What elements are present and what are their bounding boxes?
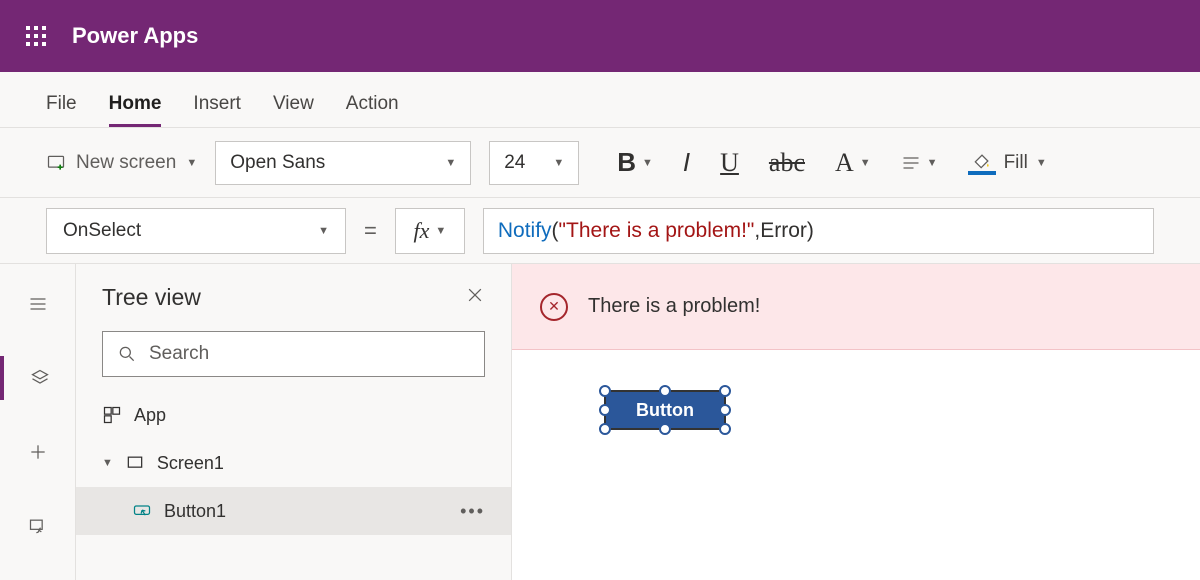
search-icon	[117, 344, 137, 364]
chevron-down-icon: ▼	[860, 157, 871, 169]
chevron-down-icon: ▼	[927, 157, 938, 169]
menu-bar: File Home Insert View Action	[0, 72, 1200, 128]
notification-text: There is a problem!	[588, 295, 760, 318]
align-button[interactable]: ▼	[901, 153, 938, 173]
chevron-down-icon: ▼	[102, 457, 113, 469]
italic-button[interactable]: I	[683, 147, 690, 178]
property-value: OnSelect	[63, 220, 141, 242]
fill-color-swatch	[968, 171, 996, 175]
fill-label: Fill	[1004, 152, 1028, 174]
resize-handle[interactable]	[659, 423, 671, 435]
app-title: Power Apps	[72, 23, 198, 49]
resize-handle[interactable]	[719, 423, 731, 435]
bold-button[interactable]: B▼	[617, 147, 653, 178]
formula-token-string: "There is a problem!"	[559, 219, 755, 243]
hamburger-icon	[28, 294, 48, 314]
align-icon	[901, 153, 921, 173]
canvas-area[interactable]: ✕ There is a problem! Button	[512, 264, 1200, 580]
font-family-value: Open Sans	[230, 152, 325, 174]
property-select[interactable]: OnSelect ▼	[46, 208, 346, 254]
menu-home[interactable]: Home	[109, 93, 162, 127]
fx-button[interactable]: fx ▼	[395, 208, 465, 254]
rail-hamburger[interactable]	[0, 282, 75, 326]
button-text: Button	[636, 400, 694, 421]
plus-icon	[28, 442, 48, 462]
search-placeholder: Search	[149, 343, 209, 365]
error-notification: ✕ There is a problem!	[512, 264, 1200, 350]
bold-icon: B	[617, 147, 636, 178]
chevron-down-icon: ▼	[1036, 157, 1047, 169]
underline-button[interactable]: U	[720, 148, 739, 178]
nav-rail	[0, 264, 76, 580]
font-color-icon: A	[835, 151, 854, 175]
font-color-button[interactable]: A ▼	[835, 151, 871, 175]
resize-handle[interactable]	[659, 385, 671, 397]
paint-bucket-icon	[972, 151, 992, 171]
format-toolbar: New screen ▼ Open Sans ▼ 24 ▼ B▼ I U abc…	[0, 128, 1200, 198]
media-icon	[28, 516, 48, 536]
button-control[interactable]: Button	[604, 390, 726, 430]
formula-token-function: Notify	[498, 219, 552, 243]
close-icon	[465, 285, 485, 305]
chevron-down-icon: ▼	[642, 157, 653, 169]
fill-button[interactable]: Fill ▼	[968, 151, 1047, 175]
chevron-down-icon: ▼	[318, 225, 329, 237]
underline-icon: U	[720, 148, 739, 178]
new-screen-label: New screen	[76, 152, 176, 174]
font-size-value: 24	[504, 152, 525, 174]
font-size-select[interactable]: 24 ▼	[489, 141, 579, 185]
resize-handle[interactable]	[599, 423, 611, 435]
strikethrough-icon: abc	[769, 148, 805, 178]
chevron-down-icon: ▼	[186, 157, 197, 169]
tree-node-button1[interactable]: Button1 •••	[76, 487, 511, 535]
selected-control[interactable]: Button	[604, 390, 726, 430]
menu-insert[interactable]: Insert	[193, 93, 241, 127]
error-icon: ✕	[540, 293, 568, 321]
more-options-button[interactable]: •••	[460, 501, 485, 522]
font-family-select[interactable]: Open Sans ▼	[215, 141, 471, 185]
search-input[interactable]: Search	[102, 331, 485, 377]
fx-icon: fx	[413, 218, 429, 244]
app-launcher-button[interactable]	[0, 26, 72, 46]
resize-handle[interactable]	[599, 385, 611, 397]
screen-icon	[125, 453, 145, 473]
layers-icon	[30, 368, 50, 388]
tree-node-label: Button1	[164, 501, 226, 522]
menu-file[interactable]: File	[46, 93, 77, 127]
tree-node-label: App	[134, 405, 166, 426]
strikethrough-button[interactable]: abc	[769, 148, 805, 178]
chevron-down-icon: ▼	[435, 225, 446, 237]
menu-action[interactable]: Action	[346, 93, 399, 127]
menu-view[interactable]: View	[273, 93, 314, 127]
tree-node-screen1[interactable]: ▼ Screen1	[76, 439, 511, 487]
chevron-down-icon: ▼	[445, 157, 456, 169]
button-control-icon	[132, 501, 152, 521]
new-screen-button[interactable]: New screen ▼	[46, 152, 197, 174]
panel-title: Tree view	[102, 284, 201, 311]
new-screen-icon	[46, 153, 66, 173]
panel-close-button[interactable]	[465, 285, 485, 311]
chevron-down-icon: ▼	[553, 157, 564, 169]
tree-list: App ▼ Screen1 Button1 •••	[76, 391, 511, 580]
rail-tree-view[interactable]	[0, 356, 75, 400]
waffle-icon	[26, 26, 46, 46]
app-icon	[102, 405, 122, 425]
resize-handle[interactable]	[719, 404, 731, 416]
resize-handle[interactable]	[719, 385, 731, 397]
tree-view-panel: Tree view Search App ▼ Screen1 Button1 •…	[76, 264, 512, 580]
italic-icon: I	[683, 147, 690, 178]
title-bar: Power Apps	[0, 0, 1200, 72]
formula-bar: OnSelect ▼ = fx ▼ Notify( "There is a pr…	[0, 198, 1200, 264]
tree-node-app[interactable]: App	[76, 391, 511, 439]
equals-sign: =	[364, 218, 377, 244]
formula-input[interactable]: Notify( "There is a problem!" , Error)	[483, 208, 1154, 254]
resize-handle[interactable]	[599, 404, 611, 416]
tree-node-label: Screen1	[157, 453, 224, 474]
rail-media[interactable]	[0, 504, 75, 548]
rail-insert[interactable]	[0, 430, 75, 474]
